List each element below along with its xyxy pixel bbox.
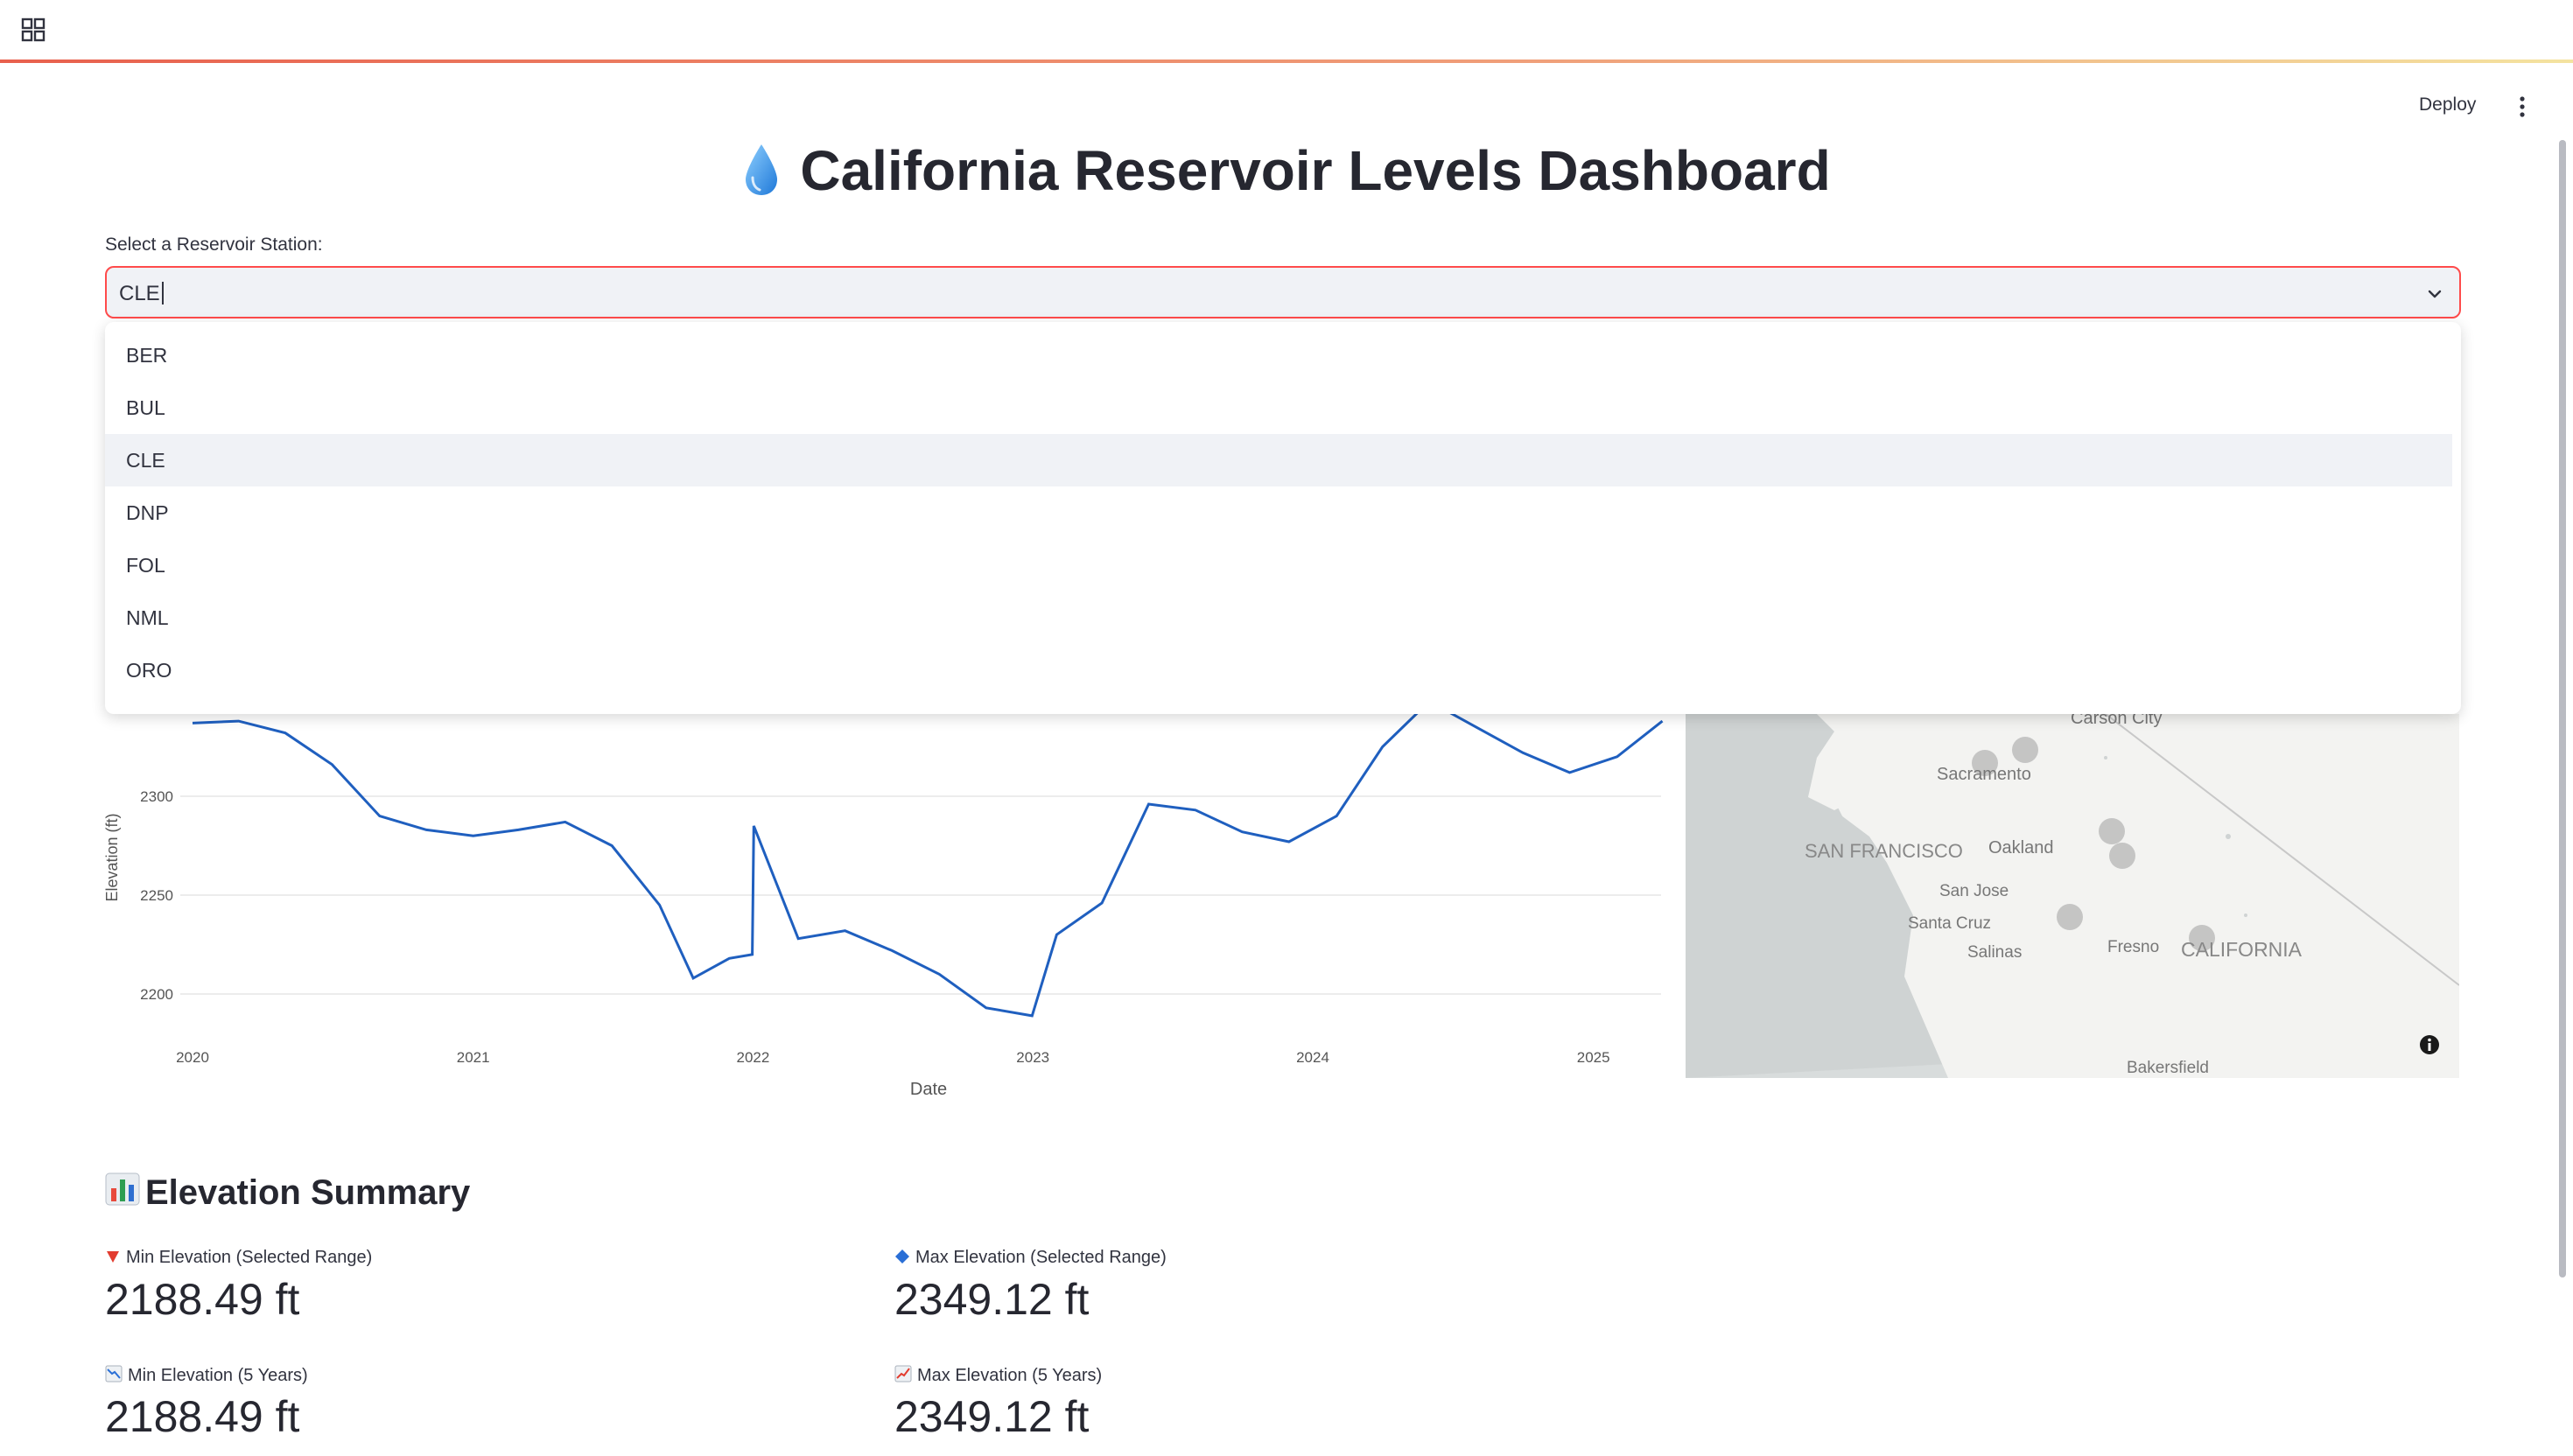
y-tick-label: 2250 (140, 887, 173, 904)
header-decoration-line (0, 60, 2573, 63)
map-label-carson-city: Carson City (2071, 714, 2163, 728)
x-tick-label: 2021 (457, 1049, 490, 1066)
series-line (192, 700, 1664, 1018)
page-title: California Reservoir Levels Dashboard (800, 139, 1831, 202)
station-select-label: Select a Reservoir Station: (105, 234, 323, 255)
x-tick-label: 2022 (737, 1049, 770, 1066)
dropdown-option-ber[interactable]: BER (105, 329, 2452, 382)
map-canvas (1686, 714, 2459, 1078)
map-label-san-jose: San Jose (1939, 882, 2009, 900)
metric-label-min-selected: Min Elevation (Selected Range) (105, 1248, 372, 1268)
station-dropdown-list[interactable]: BERBULCLEDNPFOLNMLOROPNF (105, 322, 2461, 714)
red-triangle-down-icon (107, 1251, 119, 1263)
dropdown-option-pnf[interactable]: PNF (105, 696, 2452, 714)
map-label-santa-cruz: Santa Cruz (1908, 914, 1992, 933)
metric-value-max-5y: 2349.12 ft (894, 1392, 1090, 1441)
y-tick-label: 2300 (140, 788, 173, 805)
metric-label-min-5y: Min Elevation (5 Years) (105, 1365, 308, 1386)
deploy-button[interactable]: Deploy (2419, 94, 2476, 116)
dropdown-option-nml[interactable]: NML (105, 592, 2452, 644)
apps-grid-icon[interactable] (19, 16, 47, 44)
dropdown-option-fol[interactable]: FOL (105, 539, 2452, 592)
y-axis-label: Elevation (ft) (103, 813, 121, 901)
metric-label-max-5y: Max Elevation (5 Years) (894, 1365, 1102, 1386)
x-tick-label: 2020 (176, 1049, 209, 1066)
app-header (0, 0, 2573, 63)
map-label-sacramento: Sacramento (1937, 765, 2031, 784)
reservoir-map[interactable]: Carson City Sacramento SAN FRANCISCO Oak… (1686, 714, 2459, 1078)
chart-decreasing-icon (105, 1365, 123, 1382)
metric-value-min-selected: 2188.49 ft (105, 1275, 300, 1324)
map-label-fresno: Fresno (2107, 938, 2160, 956)
y-tick-label: 2200 (140, 986, 173, 1003)
map-label-salinas: Salinas (1967, 943, 2023, 962)
map-info-icon[interactable] (2419, 1034, 2440, 1055)
dropdown-option-oro[interactable]: ORO (105, 644, 2452, 696)
metric-value-min-5y: 2188.49 ft (105, 1392, 300, 1441)
blue-diamond-icon (895, 1250, 909, 1264)
map-label-san-francisco: SAN FRANCISCO (1805, 840, 1963, 862)
dropdown-option-dnp[interactable]: DNP (105, 486, 2452, 539)
x-tick-label: 2025 (1577, 1049, 1610, 1066)
metric-value-max-selected: 2349.12 ft (894, 1275, 1090, 1324)
x-tick-label: 2024 (1296, 1049, 1329, 1066)
bar-chart-icon (105, 1172, 140, 1206)
page-scrollbar[interactable] (2559, 140, 2566, 1278)
map-label-oakland: Oakland (1988, 838, 2054, 858)
metric-label-max-selected: Max Elevation (Selected Range) (894, 1248, 1167, 1268)
elevation-summary-heading: Elevation Summary (105, 1172, 470, 1213)
more-options-icon[interactable] (2512, 94, 2533, 119)
x-tick-label: 2023 (1016, 1049, 1049, 1066)
station-select-input[interactable]: CLE (119, 282, 164, 306)
dropdown-option-cle[interactable]: CLE (105, 434, 2452, 486)
elevation-line-chart[interactable]: 2200 2250 2300 2020 2021 2022 2023 2024 2025 Ele… (88, 700, 1672, 1111)
dropdown-option-bul[interactable]: BUL (105, 382, 2452, 434)
x-axis-label: Date (910, 1080, 947, 1099)
map-label-bakersfield: Bakersfield (2127, 1059, 2209, 1077)
chart-increasing-icon (894, 1365, 912, 1382)
droplet-icon (746, 144, 778, 195)
chevron-down-icon[interactable] (2426, 285, 2443, 303)
page-title-row: California Reservoir Levels Dashboard (0, 138, 2573, 203)
map-label-california: CALIFORNIA (2181, 938, 2303, 961)
station-select[interactable]: CLE (105, 266, 2461, 318)
